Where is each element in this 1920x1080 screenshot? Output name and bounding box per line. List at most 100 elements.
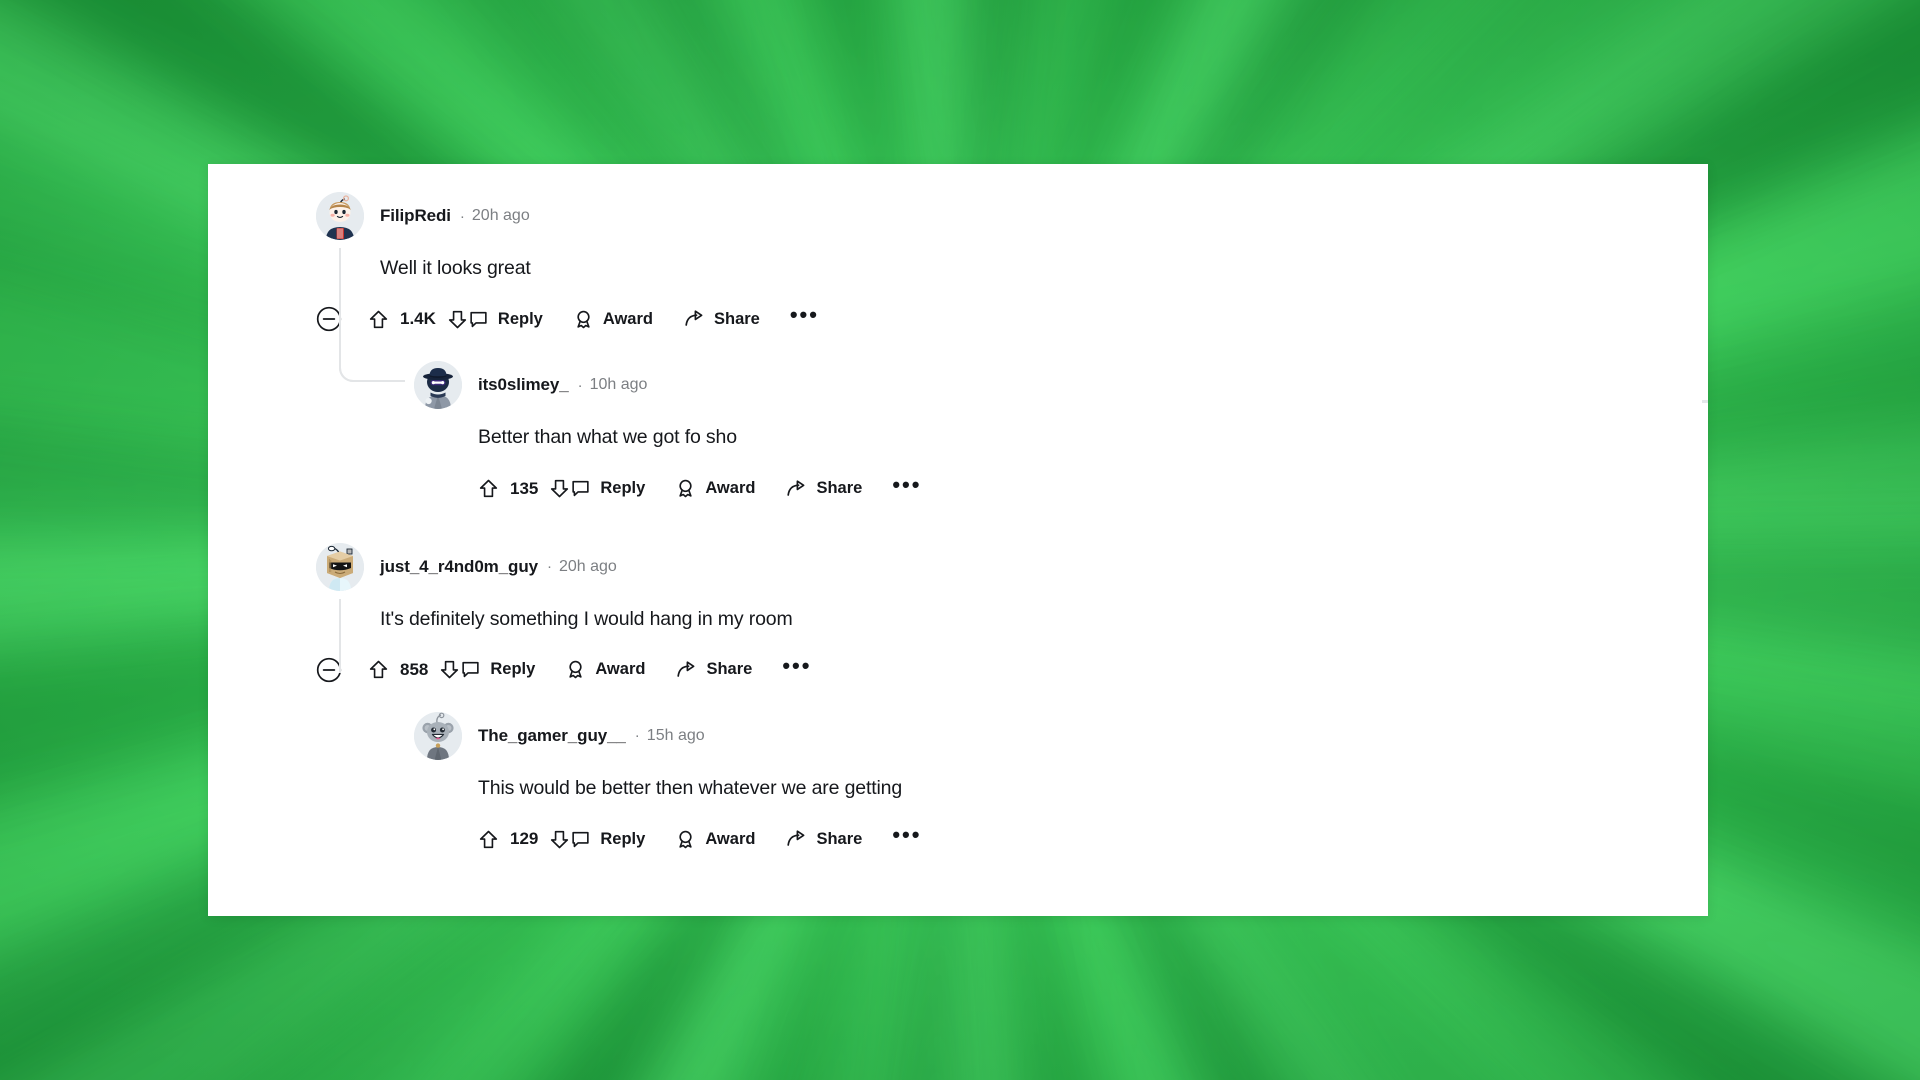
comment-header: FilipRedi · 20h ago xyxy=(316,192,1708,240)
comment-action-bar: 129 Reply Award Share ••• xyxy=(414,819,1708,859)
vote-count: 1.4K xyxy=(400,309,436,329)
comment-body: This would be better then whatever we ar… xyxy=(478,776,903,799)
avatar-snoo-cardboard-box-sunglasses xyxy=(316,542,364,591)
overflow-menu-icon: ••• xyxy=(892,471,922,497)
reply-button[interactable]: Reply xyxy=(460,659,535,680)
thread-line xyxy=(339,598,341,673)
comment-action-bar: 1.4K Reply Award Share ••• xyxy=(316,299,1708,339)
comment-username[interactable]: its0slimey_ xyxy=(478,375,569,395)
vote-group: 858 xyxy=(368,659,460,680)
overflow-menu-icon: ••• xyxy=(782,652,812,678)
comment-timestamp: 20h ago xyxy=(471,207,530,224)
share-label: Share xyxy=(816,829,863,848)
comment-body: Better than what we got fo sho xyxy=(478,426,737,449)
share-label: Share xyxy=(816,479,863,498)
comment-card: FilipRedi · 20h ago Well it looks great xyxy=(208,164,1708,916)
separator-dot: · xyxy=(577,376,583,394)
downvote-arrow-icon[interactable] xyxy=(447,309,468,330)
overflow-menu-icon: ••• xyxy=(789,302,819,328)
avatar-snoo-gray-koala xyxy=(414,711,462,760)
award-medal-icon xyxy=(565,659,586,680)
award-button[interactable]: Award xyxy=(675,829,755,850)
share-label: Share xyxy=(706,660,753,679)
comment-thread-item: its0slimey_ · 10h ago Better than what w… xyxy=(208,361,1708,508)
vote-count: 858 xyxy=(400,659,429,679)
comment-body: Well it looks great xyxy=(380,257,531,279)
speech-bubble-icon xyxy=(570,478,591,499)
avatar[interactable] xyxy=(316,542,364,591)
reply-button[interactable]: Reply xyxy=(570,478,645,499)
comment-timestamp: 10h ago xyxy=(589,376,648,394)
comment-header: The_gamer_guy__ · 15h ago xyxy=(414,712,1708,760)
thread-line xyxy=(339,248,341,320)
share-label: Share xyxy=(714,309,760,328)
downvote-arrow-icon[interactable] xyxy=(439,659,460,680)
comment-username[interactable]: The_gamer_guy__ xyxy=(478,726,626,746)
avatar-snoo-detective-navy-hat xyxy=(414,361,462,410)
avatar[interactable] xyxy=(414,361,462,410)
avatar[interactable] xyxy=(316,192,364,240)
overflow-menu-button[interactable]: ••• xyxy=(892,471,922,498)
comment-header: its0slimey_ · 10h ago xyxy=(414,361,1708,409)
comment-header: just_4_r4nd0m_guy · 20h ago xyxy=(316,543,1708,591)
reply-button[interactable]: Reply xyxy=(570,829,645,850)
vote-group: 135 xyxy=(478,478,570,499)
avatar[interactable] xyxy=(414,711,462,760)
comment-thread-item: FilipRedi · 20h ago Well it looks great xyxy=(208,192,1708,339)
award-medal-icon xyxy=(675,829,696,850)
downvote-arrow-icon[interactable] xyxy=(549,829,570,850)
comment-thread-item: The_gamer_guy__ · 15h ago This would be … xyxy=(208,711,1708,859)
reply-label: Reply xyxy=(600,479,646,498)
comment-thread: FilipRedi · 20h ago Well it looks great xyxy=(208,164,1708,859)
share-button[interactable]: Share xyxy=(785,828,862,850)
reply-button[interactable]: Reply xyxy=(468,309,543,330)
comment-action-bar: 135 Reply Award Share ••• xyxy=(414,469,1708,509)
vote-count: 129 xyxy=(510,829,539,849)
share-button[interactable]: Share xyxy=(675,659,752,681)
award-label: Award xyxy=(602,309,653,328)
award-button[interactable]: Award xyxy=(565,659,645,680)
reply-label: Reply xyxy=(490,660,536,679)
share-button[interactable]: Share xyxy=(785,478,862,500)
overflow-menu-button[interactable]: ••• xyxy=(789,302,819,328)
comment-body: It's definitely something I would hang i… xyxy=(380,607,793,630)
award-label: Award xyxy=(705,829,756,848)
comment-thread-item: just_4_r4nd0m_guy · 20h ago It's definit… xyxy=(208,542,1708,690)
award-button[interactable]: Award xyxy=(675,478,755,499)
upvote-arrow-icon[interactable] xyxy=(478,478,499,499)
vote-group: 129 xyxy=(478,829,570,850)
award-medal-icon xyxy=(675,478,696,499)
share-arrow-icon xyxy=(785,828,807,850)
separator-dot: · xyxy=(634,727,640,745)
separator-dot: · xyxy=(459,207,465,225)
avatar-snoo-boy-blue-shirt xyxy=(316,192,364,240)
award-medal-icon xyxy=(573,309,594,330)
award-label: Award xyxy=(705,479,756,498)
speech-bubble-icon xyxy=(460,659,481,680)
speech-bubble-icon xyxy=(468,309,489,330)
overflow-menu-button[interactable]: ••• xyxy=(782,652,812,679)
overflow-menu-icon: ••• xyxy=(892,822,922,848)
downvote-arrow-icon[interactable] xyxy=(549,478,570,499)
vote-count: 135 xyxy=(510,478,539,498)
comment-username[interactable]: FilipRedi xyxy=(380,206,451,226)
share-arrow-icon xyxy=(683,308,705,330)
overflow-menu-button[interactable]: ••• xyxy=(892,822,922,848)
separator-dot: · xyxy=(546,558,552,576)
share-button[interactable]: Share xyxy=(683,308,760,330)
comment-timestamp: 20h ago xyxy=(558,557,617,575)
comment-timestamp: 15h ago xyxy=(646,726,705,744)
upvote-arrow-icon[interactable] xyxy=(368,659,389,680)
award-button[interactable]: Award xyxy=(573,309,653,330)
share-arrow-icon xyxy=(785,478,807,500)
award-label: Award xyxy=(595,660,646,679)
comment-username[interactable]: just_4_r4nd0m_guy xyxy=(380,557,538,577)
upvote-arrow-icon[interactable] xyxy=(478,829,499,850)
share-arrow-icon xyxy=(675,659,697,681)
thread-curve xyxy=(339,314,405,382)
reply-label: Reply xyxy=(600,829,646,848)
comment-action-bar: 858 Reply Award Share ••• xyxy=(316,650,1708,690)
